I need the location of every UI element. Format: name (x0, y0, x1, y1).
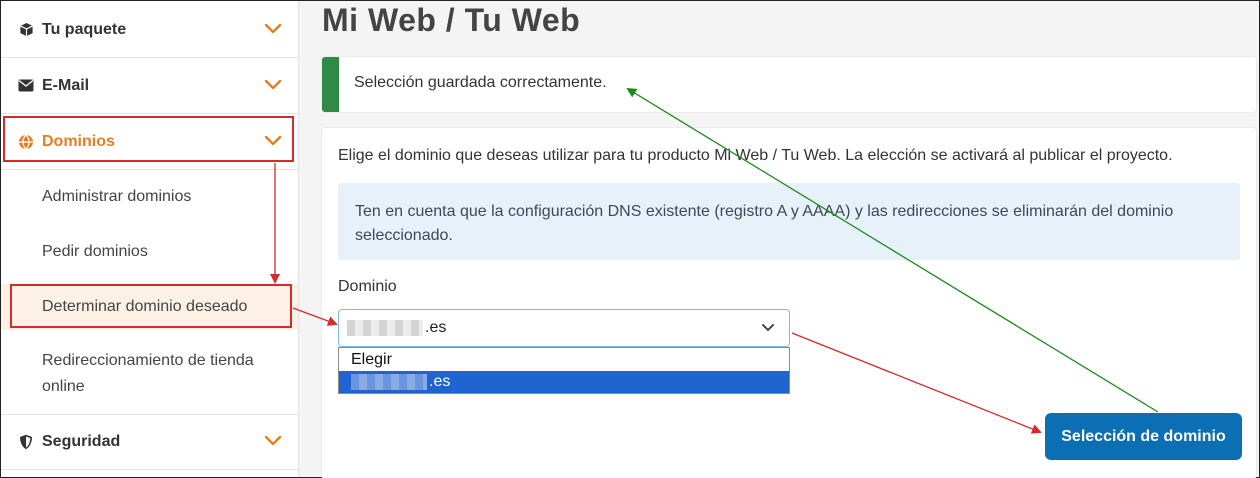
dropdown-option-label: .es (429, 373, 451, 390)
sidebar-item-label: E-Mail (42, 76, 90, 94)
chevron-down-icon (762, 324, 774, 331)
domain-select-suffix: .es (425, 319, 447, 336)
success-alert: Selección guardada correctamente. (322, 57, 1256, 112)
page-title: Mi Web / Tu Web (322, 2, 581, 38)
chevron-down-icon (264, 23, 282, 33)
sidebar-item-label: Tu paquete (42, 20, 127, 38)
package-icon (18, 22, 34, 38)
shield-icon (18, 434, 34, 450)
sidebar-subitem-determinar-dominio[interactable]: Determinar dominio deseado (1, 284, 298, 330)
domain-field-label: Dominio (338, 278, 397, 295)
sidebar-item-label: Dominios (42, 132, 115, 150)
info-alert: Ten en cuenta que la configuración DNS e… (338, 183, 1240, 260)
sidebar-subitem-pedir-dominios[interactable]: Pedir dominios (1, 239, 298, 265)
domain-select[interactable]: .es (338, 309, 790, 347)
sidebar: Tu paquete E-Mail Dominios Administrar d… (1, 1, 299, 477)
sidebar-item-label: Seguridad (42, 433, 121, 450)
sidebar-item-seguridad[interactable]: Seguridad (1, 414, 298, 470)
globe-icon (18, 134, 34, 150)
sidebar-item-dominios[interactable]: Dominios (1, 114, 298, 170)
sidebar-item-email[interactable]: E-Mail (1, 58, 298, 114)
envelope-icon (18, 78, 34, 94)
chevron-down-icon (264, 135, 282, 145)
sidebar-subitem-redireccionamiento-tienda[interactable]: Redireccionamiento de tienda online (1, 348, 261, 400)
sidebar-subitem-administrar-dominios[interactable]: Administrar dominios (1, 184, 298, 210)
redacted-domain-name (347, 320, 423, 336)
domain-dropdown-list: Elegir .es (338, 347, 790, 394)
info-text: Ten en cuenta que la configuración DNS e… (355, 203, 1174, 244)
success-alert-bar (322, 57, 339, 112)
success-message: Selección guardada correctamente. (354, 74, 607, 91)
intro-text: Elige el dominio que deseas utilizar par… (338, 147, 1173, 164)
sidebar-item-tu-paquete[interactable]: Tu paquete (1, 2, 298, 58)
domain-select-value: .es (347, 319, 446, 337)
redacted-domain-name (351, 374, 427, 390)
chevron-down-icon (264, 79, 282, 89)
select-domain-button[interactable]: Selección de dominio (1045, 413, 1242, 460)
chevron-down-icon (264, 435, 282, 446)
dropdown-option-domain[interactable]: .es (339, 371, 789, 393)
dropdown-option-elegir[interactable]: Elegir (339, 349, 789, 371)
